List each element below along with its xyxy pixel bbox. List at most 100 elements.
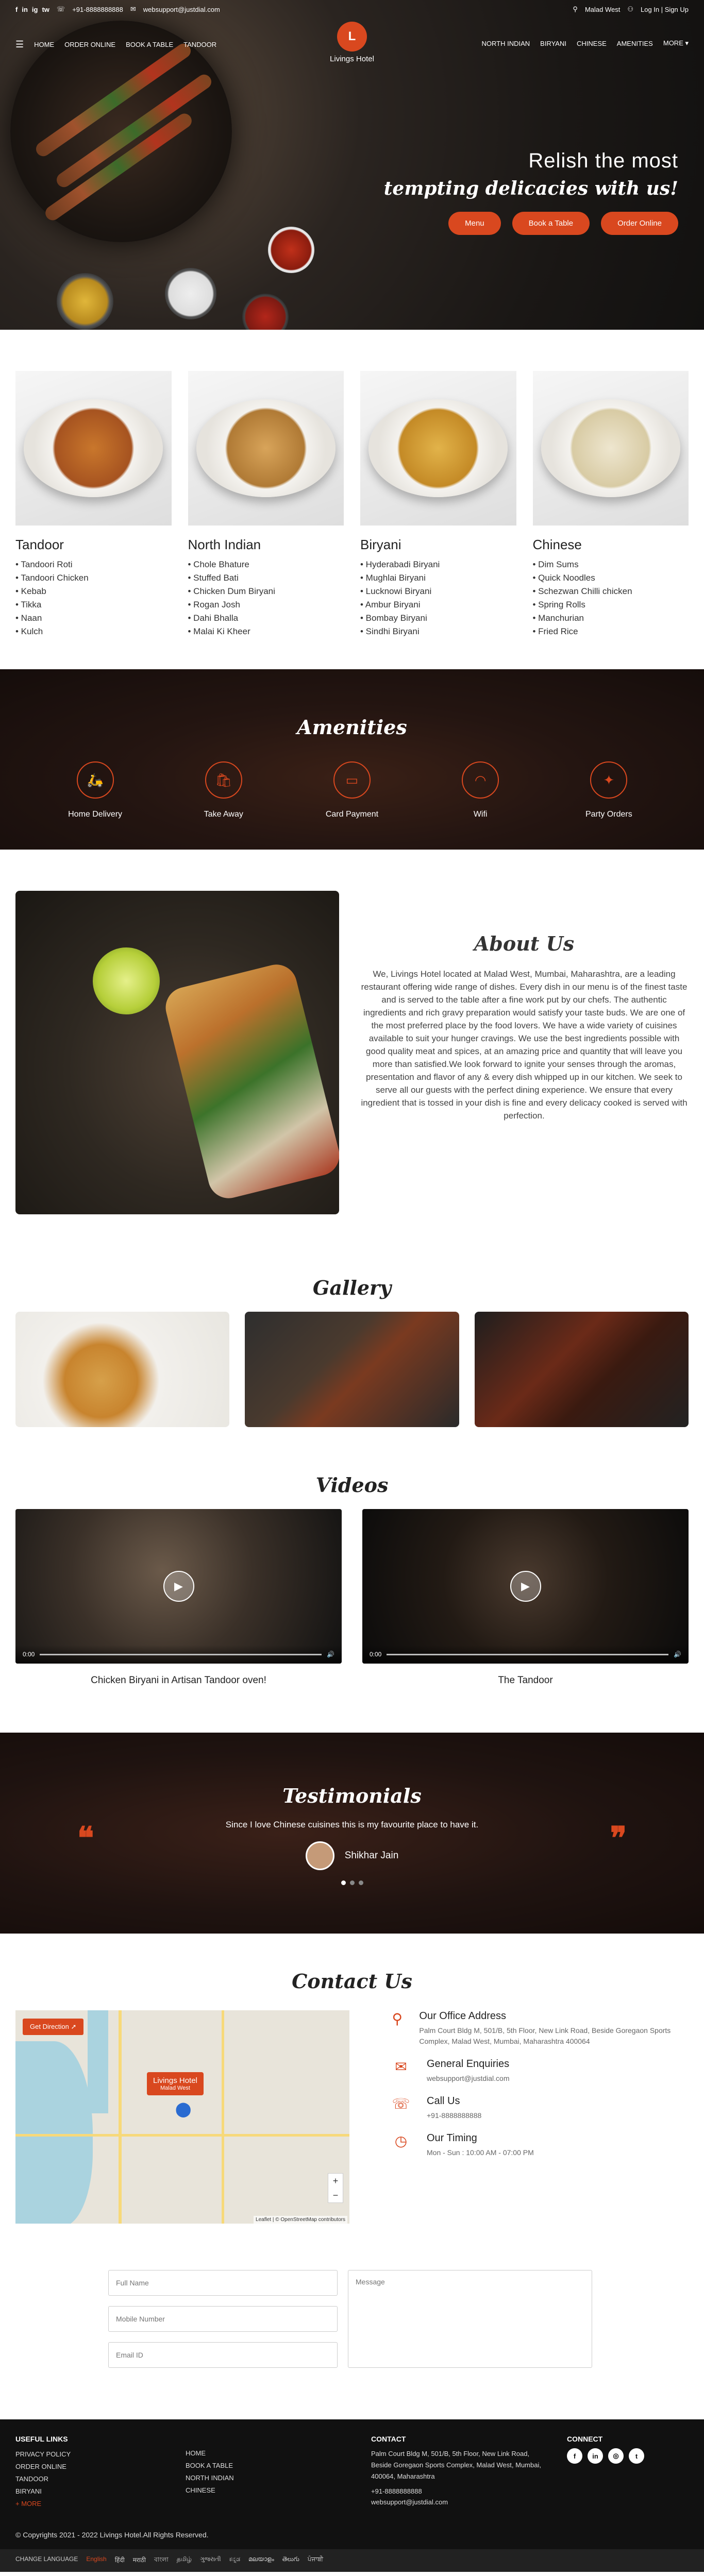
email-input[interactable]	[108, 2342, 338, 2368]
category-card[interactable]: North Indian • Chole Bhature • Stuffed B…	[188, 371, 344, 638]
gallery-image[interactable]	[245, 1312, 459, 1427]
language-option[interactable]: हिंदी	[115, 2555, 125, 2566]
language-option[interactable]: తెలుగు	[282, 2555, 299, 2566]
footer-social: f in ◎ t	[567, 2448, 644, 2464]
nav-chinese[interactable]: CHINESE	[577, 40, 607, 47]
seek-bar[interactable]	[40, 1653, 322, 1655]
instagram-icon[interactable]: ◎	[608, 2448, 624, 2464]
sauce-bowl-image	[268, 227, 314, 273]
category-card[interactable]: Chinese • Dim Sums • Quick Noodles • Sch…	[532, 371, 689, 638]
map-zoom-control[interactable]: + −	[328, 2173, 343, 2203]
category-image	[360, 371, 516, 526]
instagram-icon[interactable]: ig	[32, 6, 38, 13]
enquiry-email[interactable]: websupport@justdial.com	[427, 2073, 510, 2084]
carousel-dot[interactable]	[358, 1880, 363, 1885]
language-option[interactable]: ਪੰਜਾਬੀ	[308, 2555, 323, 2566]
top-email[interactable]: websupport@justdial.com	[143, 6, 220, 13]
footer-link[interactable]: BIRYANI	[15, 2485, 165, 2498]
language-option[interactable]: English	[86, 2555, 106, 2566]
linkedin-icon[interactable]: in	[22, 6, 28, 13]
login-link[interactable]: Log In | Sign Up	[641, 6, 689, 13]
category-card[interactable]: Biryani • Hyderabadi Biryani • Mughlai B…	[360, 371, 516, 638]
message-input[interactable]	[348, 2270, 592, 2368]
top-location[interactable]: Malad West	[585, 6, 620, 13]
category-item: • Dim Sums	[532, 560, 579, 569]
category-item: • Stuffed Bati	[188, 573, 239, 583]
carousel-dot[interactable]	[341, 1880, 346, 1885]
footer-email[interactable]: websupport@justdial.com	[371, 2498, 546, 2506]
volume-icon[interactable]: 🔊	[674, 1651, 681, 1658]
facebook-icon[interactable]: f	[15, 6, 18, 13]
location-map[interactable]: Get Direction ➚ Livings Hotel Malad West…	[15, 2010, 349, 2224]
footer-link[interactable]: NORTH INDIAN	[186, 2472, 350, 2484]
language-option[interactable]: ગુજરાતી	[200, 2555, 221, 2566]
twitter-icon[interactable]: t	[629, 2448, 644, 2464]
language-option[interactable]: বাংলা	[154, 2555, 169, 2566]
footer-link[interactable]: BOOK A TABLE	[186, 2460, 350, 2472]
salt-bowl-image	[165, 268, 216, 319]
book-table-button[interactable]: Book a Table	[512, 212, 590, 235]
category-title: North Indian	[188, 537, 261, 552]
language-option[interactable]: தமிழ்	[177, 2555, 192, 2566]
menu-button[interactable]: Menu	[448, 212, 501, 235]
nav-order-online[interactable]: ORDER ONLINE	[64, 41, 115, 48]
play-icon[interactable]: ▶	[510, 1571, 541, 1602]
gallery-image[interactable]	[474, 1312, 689, 1427]
category-item: • Rogan Josh	[188, 600, 240, 609]
footer-link[interactable]: TANDOOR	[15, 2473, 165, 2485]
category-item: • Mughlai Biryani	[360, 573, 426, 583]
language-option[interactable]: मराठी	[133, 2555, 146, 2566]
video-controls: 0:00 🔊	[362, 1645, 689, 1664]
card-icon: ▭	[333, 761, 371, 799]
category-item: • Tandoori Chicken	[15, 573, 89, 583]
nav-amenities[interactable]: AMENITIES	[617, 40, 653, 47]
mobile-input[interactable]	[108, 2306, 338, 2332]
map-marker-icon[interactable]: ⬤	[175, 2100, 191, 2117]
play-icon[interactable]: ▶	[163, 1571, 194, 1602]
amenity-label: Party Orders	[585, 810, 632, 819]
full-name-input[interactable]	[108, 2270, 338, 2296]
twitter-icon[interactable]: tw	[42, 6, 49, 13]
seek-bar[interactable]	[387, 1653, 669, 1655]
footer-phone[interactable]: +91-8888888888	[371, 2487, 546, 2495]
language-option[interactable]: മലയാളം	[248, 2555, 274, 2566]
footer-link[interactable]: ORDER ONLINE	[15, 2461, 165, 2473]
map-road	[119, 2010, 122, 2224]
top-phone[interactable]: +91-8888888888	[72, 6, 123, 13]
oil-jar-image	[57, 273, 113, 330]
nav-home[interactable]: HOME	[34, 41, 54, 48]
volume-icon[interactable]: 🔊	[327, 1651, 334, 1658]
category-item: • Kulch	[15, 626, 43, 636]
gallery-image[interactable]	[15, 1312, 230, 1427]
category-card[interactable]: Tandoor • Tandoori Roti • Tandoori Chick…	[15, 371, 172, 638]
language-option[interactable]: ಕನ್ನಡ	[229, 2555, 240, 2566]
video-player[interactable]: ▶ 0:00 🔊	[362, 1509, 689, 1664]
map-pin-label[interactable]: Livings Hotel Malad West	[147, 2072, 204, 2095]
video-player[interactable]: ▶ 0:00 🔊	[15, 1509, 342, 1664]
nav-biryani[interactable]: BIRYANI	[540, 40, 566, 47]
facebook-icon[interactable]: f	[567, 2448, 582, 2464]
hamburger-icon[interactable]: ☰	[15, 39, 24, 50]
get-direction-button[interactable]: Get Direction ➚	[23, 2019, 84, 2035]
footer-link[interactable]: CHINESE	[186, 2484, 350, 2497]
nav-tandoor[interactable]: TANDOOR	[183, 41, 216, 48]
footer-contact-heading: CONTACT	[371, 2435, 406, 2443]
order-online-button[interactable]: Order Online	[601, 212, 678, 235]
map-attribution[interactable]: Leaflet | © OpenStreetMap contributors	[254, 2216, 347, 2224]
footer-more-link[interactable]: + MORE	[15, 2498, 165, 2510]
carousel-dot[interactable]	[349, 1880, 355, 1885]
testimonial-quote: Since I love Chinese cuisines this is my…	[225, 1820, 479, 1829]
nav-north-indian[interactable]: NORTH INDIAN	[482, 40, 530, 47]
category-title: Chinese	[532, 537, 582, 552]
linkedin-icon[interactable]: in	[588, 2448, 603, 2464]
nav-book-table[interactable]: BOOK A TABLE	[126, 41, 173, 48]
footer-link[interactable]: HOME	[186, 2447, 350, 2460]
nav-more[interactable]: MORE ▾	[663, 39, 689, 47]
call-number[interactable]: +91-8888888888	[427, 2110, 481, 2121]
category-item: • Lucknowi Biryani	[360, 586, 432, 596]
mail-icon: ✉	[130, 5, 136, 13]
map-water	[88, 2010, 108, 2113]
footer-connect-heading: CONNECT	[567, 2435, 603, 2443]
footer-link[interactable]: PRIVACY POLICY	[15, 2448, 165, 2461]
category-item: • Dahi Bhalla	[188, 613, 239, 623]
